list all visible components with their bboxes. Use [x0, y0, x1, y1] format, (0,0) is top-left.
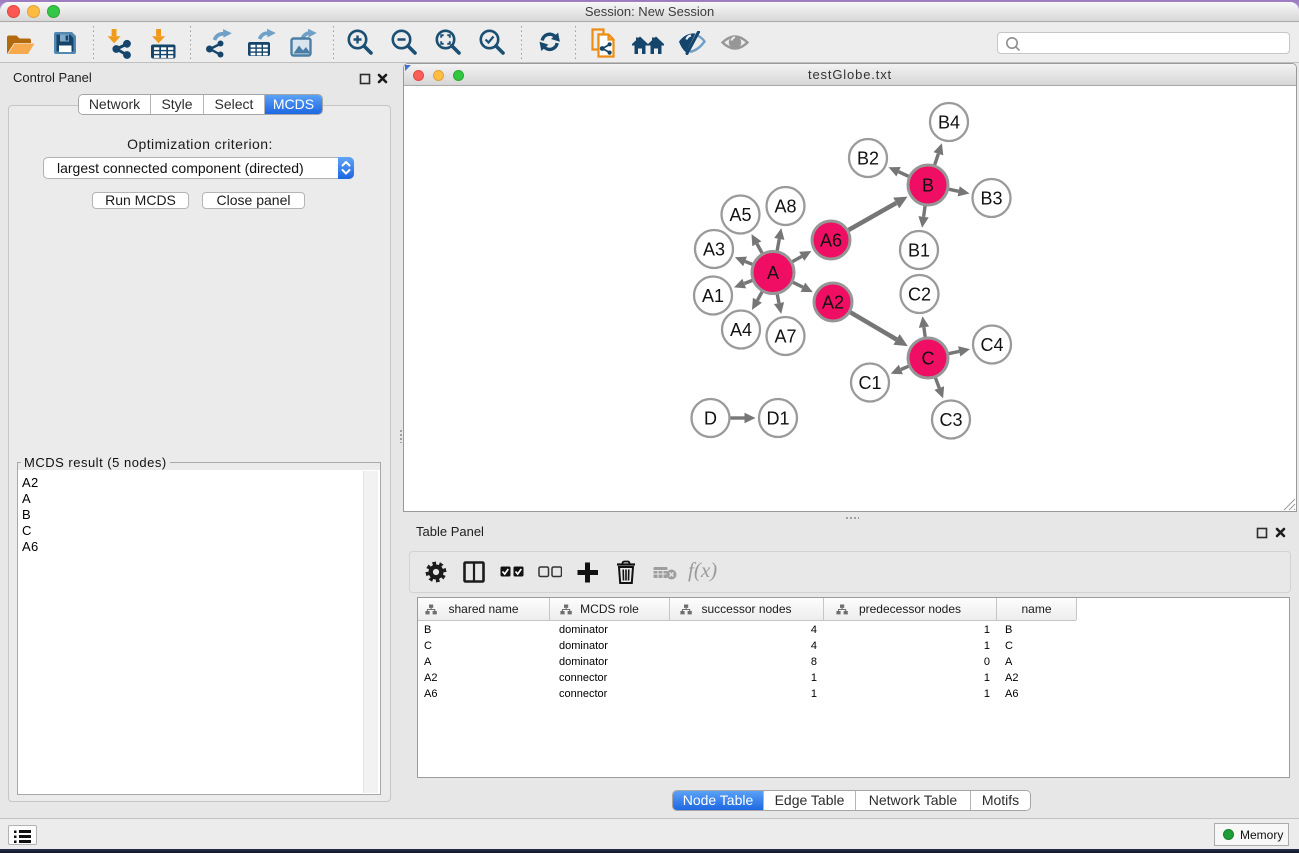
svg-text:A6: A6 [820, 231, 842, 251]
svg-text:B2: B2 [857, 149, 879, 169]
svg-text:A4: A4 [730, 320, 752, 340]
svg-text:D1: D1 [766, 409, 789, 429]
svg-text:C4: C4 [980, 335, 1003, 355]
svg-text:A2: A2 [822, 293, 844, 313]
svg-text:C1: C1 [858, 373, 881, 393]
svg-text:A5: A5 [729, 205, 751, 225]
svg-text:B3: B3 [980, 189, 1002, 209]
svg-text:A3: A3 [703, 240, 725, 260]
svg-text:A8: A8 [774, 197, 796, 217]
svg-text:A7: A7 [774, 327, 796, 347]
svg-text:C3: C3 [939, 410, 962, 430]
svg-text:A1: A1 [702, 286, 724, 306]
svg-text:D: D [704, 409, 717, 429]
svg-text:B: B [922, 176, 934, 196]
svg-text:B4: B4 [938, 113, 960, 133]
svg-text:C2: C2 [908, 285, 931, 305]
svg-text:B1: B1 [908, 241, 930, 261]
svg-text:A: A [767, 263, 779, 283]
svg-text:C: C [922, 349, 935, 369]
